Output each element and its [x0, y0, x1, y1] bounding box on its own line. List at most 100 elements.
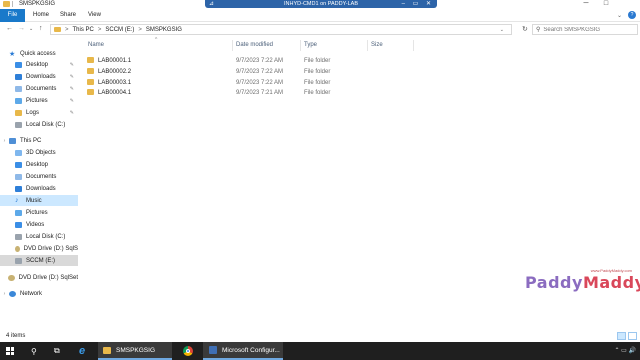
folder-icon — [87, 89, 94, 95]
details-view-button[interactable] — [617, 332, 626, 340]
tab-file[interactable]: File — [0, 9, 25, 22]
sidebar-item-this-pc[interactable]: › This PC — [0, 135, 78, 146]
pin-icon: ✎ — [69, 109, 74, 116]
tab-share[interactable]: Share — [54, 9, 82, 22]
tab-view[interactable]: View — [82, 9, 107, 22]
pin-icon: ✎ — [69, 73, 74, 80]
sidebar-item-sccm[interactable]: SCCM (E:) — [0, 255, 78, 266]
search-box[interactable]: ⚲ — [532, 24, 638, 35]
minimize-button[interactable]: ─ — [576, 0, 596, 7]
sidebar-item-3d-objects[interactable]: 3D Objects — [0, 147, 78, 158]
file-date: 9/7/2023 7:21 AM — [236, 90, 284, 96]
sidebar-item-desktop[interactable]: Desktop ✎ — [0, 59, 78, 70]
back-button[interactable]: ← — [6, 25, 13, 32]
breadcrumb-separator: > — [138, 26, 142, 33]
rdp-title: INHYD-CMD1 on PADDY-LAB — [284, 1, 358, 7]
taskbar-item-label: SMSPKGSIG — [116, 346, 156, 354]
chrome-logo — [183, 346, 193, 356]
config-manager-icon — [209, 346, 217, 354]
file-row[interactable]: LAB00003.1 9/7/2023 7:22 AM File folder — [80, 78, 410, 88]
forward-button[interactable]: → — [18, 25, 25, 32]
pictures-icon — [15, 209, 22, 216]
expand-ribbon-icon[interactable]: ⌄ — [617, 12, 622, 19]
tab-home[interactable]: Home — [27, 9, 55, 22]
sidebar-item-music[interactable]: ♪ Music — [0, 195, 78, 206]
navigation-pane: ★ Quick access Desktop ✎ Downloads ✎ Doc… — [0, 40, 78, 330]
sidebar-item-documents[interactable]: Documents ✎ — [0, 83, 78, 94]
disk-icon — [15, 233, 22, 240]
file-row[interactable]: LAB00001.1 9/7/2023 7:22 AM File folder — [80, 56, 410, 66]
expander-icon[interactable]: › — [0, 138, 9, 144]
star-icon: ★ — [9, 50, 16, 58]
folder-icon — [15, 109, 22, 116]
sidebar-item-logs[interactable]: Logs ✎ — [0, 107, 78, 118]
videos-icon — [15, 221, 22, 228]
sidebar-item-pictures[interactable]: Pictures ✎ — [0, 95, 78, 106]
windows-start-icon[interactable] — [6, 347, 14, 355]
taskbar-item-explorer[interactable]: SMSPKGSIG — [98, 342, 172, 360]
search-input[interactable] — [543, 26, 636, 33]
sidebar-item-label: Videos — [26, 221, 45, 228]
file-row[interactable]: LAB00004.1 9/7/2023 7:21 AM File folder — [80, 88, 410, 98]
pc-icon — [9, 137, 16, 144]
task-view-icon[interactable]: ⧉ — [54, 342, 60, 360]
column-header-type[interactable]: Type — [301, 40, 368, 51]
file-name: LAB00004.1 — [98, 90, 132, 96]
file-name-cell: LAB00003.1 — [87, 78, 131, 88]
recent-locations-button[interactable]: ⌄ — [29, 26, 33, 32]
documents-icon — [15, 85, 22, 92]
sidebar-item-downloads[interactable]: Downloads — [0, 183, 78, 194]
breadcrumb-separator: > — [97, 26, 102, 33]
sidebar-item-local-disk[interactable]: Local Disk (C:) — [0, 119, 78, 130]
internet-explorer-icon[interactable]: e — [79, 342, 85, 360]
chrome-icon[interactable] — [183, 342, 197, 360]
sidebar-item-dvd-drive[interactable]: DVD Drive (D:) SqlS — [0, 243, 78, 254]
expander-icon[interactable]: › — [0, 291, 9, 297]
pin-icon: ✎ — [69, 97, 74, 104]
sidebar-item-dvd-drive-root[interactable]: DVD Drive (D:) SqlSet — [0, 272, 78, 283]
file-date: 9/7/2023 7:22 AM — [236, 69, 284, 75]
sidebar-item-pictures[interactable]: Pictures — [0, 207, 78, 218]
sidebar-item-desktop[interactable]: Desktop — [0, 159, 78, 170]
help-icon[interactable]: ? — [628, 11, 636, 19]
folder-icon — [54, 27, 61, 32]
sidebar-item-label: SCCM (E:) — [26, 257, 55, 264]
file-date: 9/7/2023 7:22 AM — [236, 80, 284, 86]
sidebar-item-label: DVD Drive (D:) SqlS — [23, 245, 78, 252]
search-icon[interactable]: ⚲ — [31, 342, 37, 360]
file-row[interactable]: LAB00002.2 9/7/2023 7:22 AM File folder — [80, 67, 410, 77]
file-type: File folder — [304, 58, 331, 64]
sidebar-item-label: Quick access — [20, 50, 56, 57]
system-tray-icons[interactable]: ⌃ ▭ 🔊 — [614, 347, 636, 354]
breadcrumb-smspkgsig[interactable]: SMSPKGSIG — [146, 27, 182, 33]
address-dropdown-icon[interactable]: ⌄ — [500, 27, 504, 33]
sidebar-item-label: Music — [26, 197, 42, 204]
column-header-date[interactable]: Date modified — [233, 40, 301, 51]
sidebar-item-quick-access[interactable]: ★ Quick access — [0, 48, 78, 59]
sidebar-item-documents[interactable]: Documents — [0, 171, 78, 182]
up-button[interactable]: ↑ — [39, 25, 43, 32]
taskbar-item-configuration-manager[interactable]: Microsoft Configur... — [203, 342, 283, 360]
breadcrumb-this-pc[interactable]: This PC — [73, 27, 94, 33]
large-icons-view-button[interactable] — [628, 332, 637, 340]
maximize-button[interactable]: □ — [596, 0, 616, 7]
sidebar-item-label: Downloads — [26, 185, 56, 192]
column-header-size[interactable]: Size — [368, 40, 414, 51]
address-input[interactable]: > This PC > SCCM (E:) > SMSPKGSIG ⌄ — [50, 24, 512, 35]
breadcrumb-sccm[interactable]: SCCM (E:) — [105, 27, 134, 33]
sidebar-item-downloads[interactable]: Downloads ✎ — [0, 71, 78, 82]
music-icon: ♪ — [15, 197, 19, 204]
folder-icon — [87, 57, 94, 63]
sidebar-item-local-disk-c[interactable]: Local Disk (C:) — [0, 231, 78, 242]
search-icon: ⚲ — [536, 27, 541, 33]
sidebar-item-label: Desktop — [26, 161, 49, 168]
file-name: LAB00002.2 — [98, 69, 132, 75]
sidebar-item-network[interactable]: › Network — [0, 288, 78, 299]
file-name-cell: LAB00002.2 — [87, 67, 131, 77]
file-name: LAB00003.1 — [98, 80, 132, 86]
pin-icon[interactable]: ⊿ — [209, 0, 214, 7]
refresh-button[interactable]: ↻ — [522, 25, 528, 33]
column-header-name[interactable]: Name — [85, 40, 233, 51]
sidebar-item-videos[interactable]: Videos — [0, 219, 78, 230]
rdp-window-controls[interactable]: – ▭ ✕ — [402, 0, 434, 7]
